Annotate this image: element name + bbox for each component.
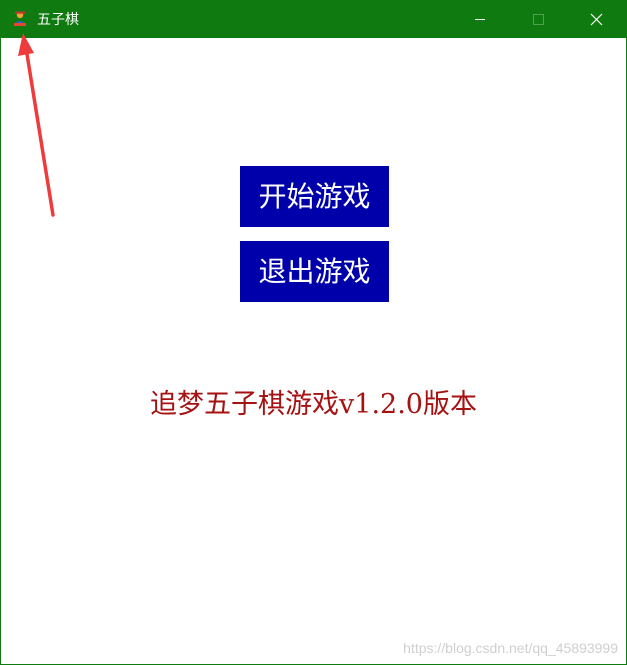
maximize-button[interactable] — [509, 1, 567, 38]
client-area: 开始游戏 退出游戏 追梦五子棋游戏v1.2.0版本 https://blog.c… — [1, 38, 626, 664]
start-game-button[interactable]: 开始游戏 — [240, 166, 389, 227]
minimize-button[interactable] — [451, 1, 509, 38]
minimize-icon — [475, 19, 485, 20]
title-bar[interactable]: 五子棋 — [1, 1, 626, 38]
close-button[interactable] — [568, 1, 626, 38]
maximize-icon — [533, 14, 544, 25]
exit-game-button[interactable]: 退出游戏 — [240, 241, 389, 302]
app-window: 五子棋 开始游戏 退出游戏 追梦五子棋游戏v1.2.0版本 https://bl… — [0, 0, 627, 665]
app-icon[interactable] — [11, 10, 29, 28]
version-label: 追梦五子棋游戏v1.2.0版本 — [150, 389, 477, 420]
watermark-text: https://blog.csdn.net/qq_45893999 — [403, 640, 618, 656]
close-icon — [590, 13, 603, 26]
window-title: 五子棋 — [37, 12, 79, 28]
